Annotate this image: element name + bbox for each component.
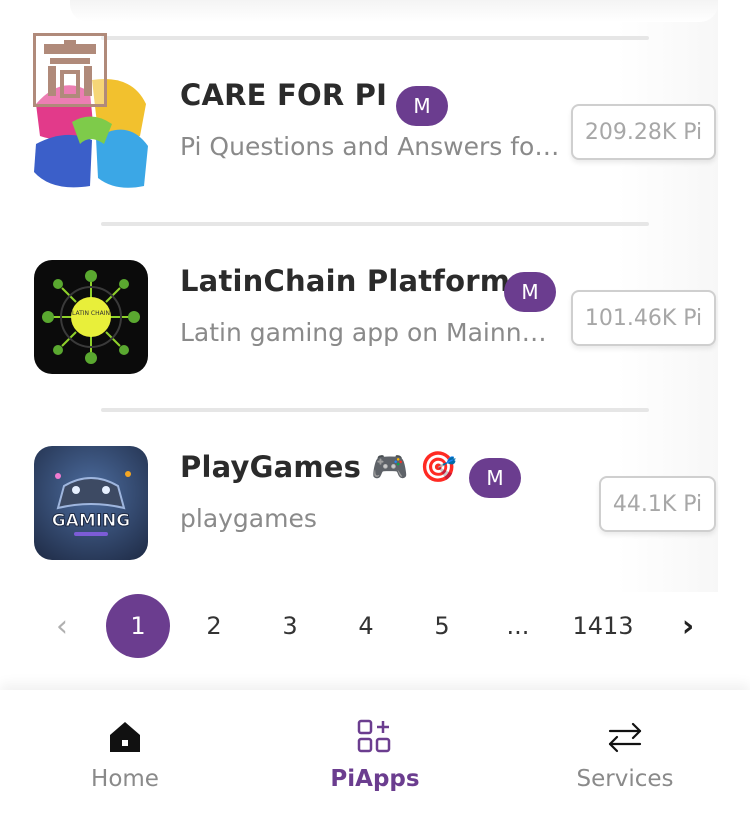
care-for-pi-icon[interactable]	[33, 33, 148, 188]
nav-item-piapps[interactable]: PiApps	[250, 690, 500, 816]
app-name[interactable]: CARE FOR PI	[180, 78, 387, 112]
nav-item-services[interactable]: Services	[500, 690, 750, 816]
page-ellipsis: ...	[506, 612, 530, 640]
page-last-button[interactable]: 1413	[560, 594, 646, 658]
app-name-text: PlayGames	[180, 450, 362, 484]
app-description: Pi Questions and Answers for...	[180, 132, 560, 161]
page-4-button[interactable]: 4	[334, 594, 398, 658]
bottom-nav: Home PiApps Services	[0, 690, 750, 816]
previous-card-edge	[70, 0, 718, 22]
prev-page-button[interactable]: ‹	[30, 594, 94, 658]
app-name[interactable]: LatinChain Platform	[180, 264, 510, 298]
nav-label-piapps: PiApps	[330, 766, 420, 792]
price-pill[interactable]: 209.28K Pi	[571, 104, 716, 160]
home-icon	[110, 722, 140, 752]
nav-item-home[interactable]: Home	[0, 690, 250, 816]
page-1-button[interactable]: 1	[106, 594, 170, 658]
playgames-icon[interactable]: GAMING	[34, 446, 148, 560]
latinchain-icon[interactable]: LATIN CHAIN	[34, 260, 148, 374]
app-description: playgames	[180, 504, 317, 533]
latinchain-logo-text: LATIN CHAIN	[72, 310, 110, 317]
app-list: CARE FOR PI M Pi Questions and Answers f…	[0, 0, 718, 592]
pagination: ‹ 1 2 3 4 5 ... 1413 ›	[0, 594, 750, 658]
divider	[101, 222, 649, 226]
app-row-playgames[interactable]: GAMING PlayGames 🎮 🎯 M playgames 44.1K P…	[0, 446, 718, 596]
chevron-left-icon: ‹	[56, 608, 68, 644]
app-name[interactable]: PlayGames 🎮 🎯	[180, 450, 457, 485]
page-3-button[interactable]: 3	[258, 594, 322, 658]
nav-label-home: Home	[91, 766, 159, 792]
app-row-latinchain[interactable]: LATIN CHAIN LatinChain Platform M Latin …	[0, 260, 718, 410]
next-page-button[interactable]: ›	[656, 594, 720, 658]
app-description: Latin gaming app on Mainnet...	[180, 318, 560, 347]
m-badge: M	[504, 272, 556, 312]
apps-grid-icon	[357, 719, 391, 753]
app-name-emoji: 🎮 🎯	[371, 450, 458, 485]
chevron-right-icon: ›	[681, 608, 695, 644]
swap-arrows-icon	[608, 722, 642, 753]
m-badge: M	[469, 458, 521, 498]
nav-label-services: Services	[576, 766, 674, 792]
divider	[101, 36, 649, 40]
price-pill[interactable]: 101.46K Pi	[571, 290, 716, 346]
page-5-button[interactable]: 5	[410, 594, 474, 658]
app-row-care-for-pi[interactable]: CARE FOR PI M Pi Questions and Answers f…	[0, 33, 718, 224]
page-2-button[interactable]: 2	[182, 594, 246, 658]
logo-overlay-icon	[33, 33, 107, 107]
divider	[101, 408, 649, 412]
price-pill[interactable]: 44.1K Pi	[599, 476, 716, 532]
playgames-logo-text: GAMING	[52, 511, 131, 531]
m-badge: M	[396, 86, 448, 126]
